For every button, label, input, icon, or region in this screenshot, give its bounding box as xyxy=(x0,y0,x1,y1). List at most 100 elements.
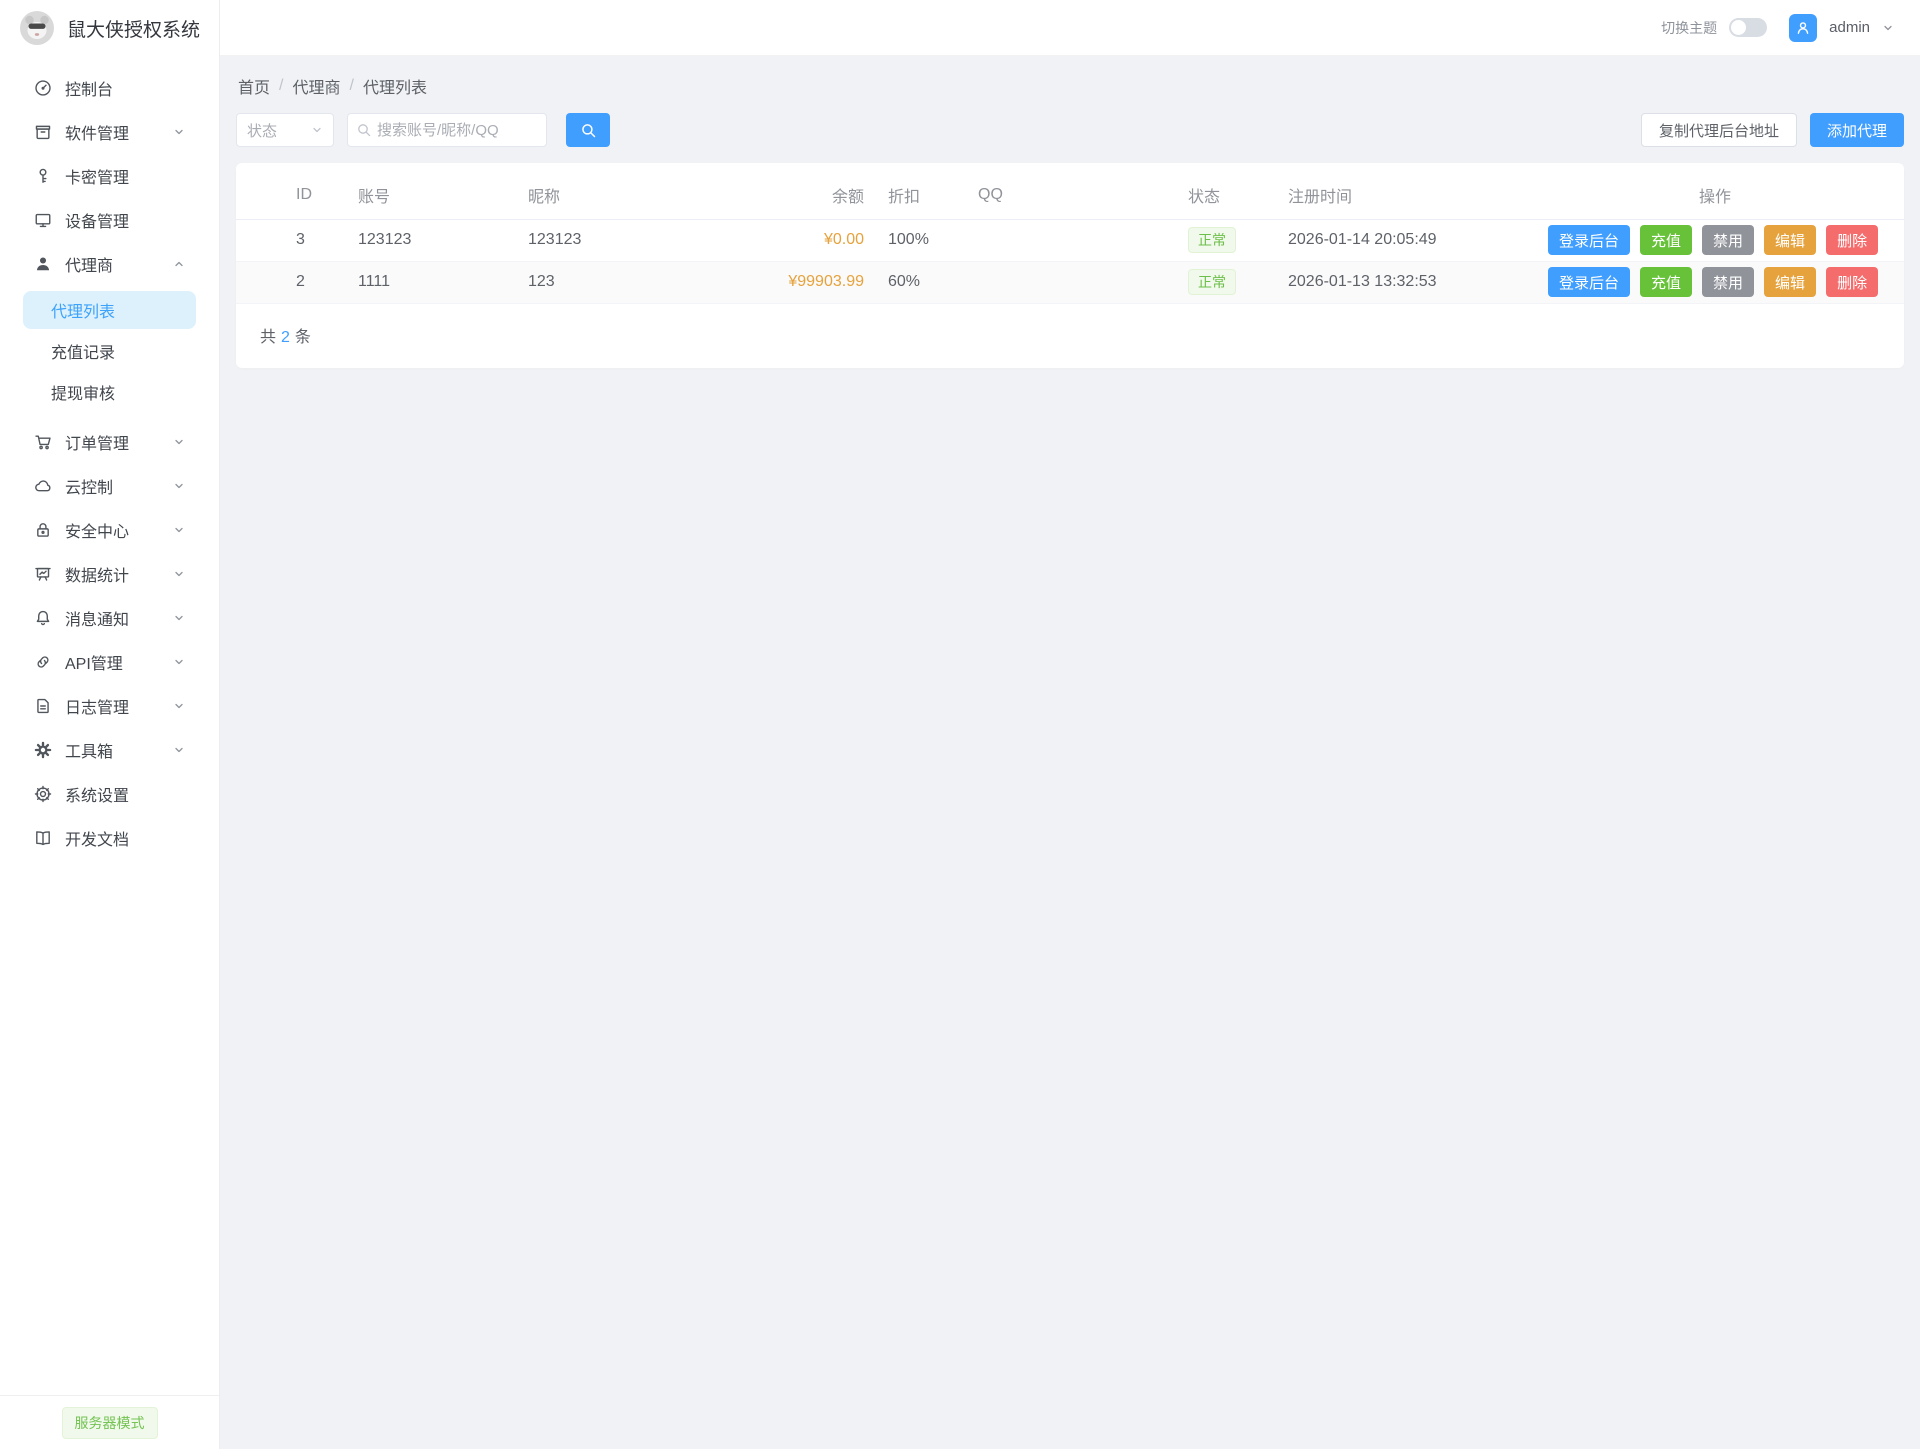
edit-button[interactable]: 编辑 xyxy=(1764,225,1816,255)
monitor-icon xyxy=(34,211,52,229)
user-avatar[interactable] xyxy=(1789,14,1817,42)
delete-button[interactable]: 删除 xyxy=(1826,267,1878,297)
copy-agent-url-button[interactable]: 复制代理后台地址 xyxy=(1641,113,1797,147)
sidebar-item-settings[interactable]: 系统设置 xyxy=(0,772,219,816)
toggle-knob xyxy=(1731,20,1746,35)
edit-button[interactable]: 编辑 xyxy=(1764,267,1816,297)
chevron-down-icon xyxy=(311,124,323,136)
sidebar-item-docs[interactable]: 开发文档 xyxy=(0,816,219,860)
recharge-button[interactable]: 充值 xyxy=(1640,267,1692,297)
person-icon xyxy=(1795,20,1811,36)
breadcrumb-item[interactable]: 首页 xyxy=(238,74,270,98)
app-title: 鼠大侠授权系统 xyxy=(67,15,200,42)
recharge-button[interactable]: 充值 xyxy=(1640,225,1692,255)
agent-table-card: ID账号昵称余额折扣QQ状态注册时间操作 3 123123 123123 ¥0.… xyxy=(236,163,1904,368)
theme-toggle[interactable] xyxy=(1729,18,1767,37)
total-count: 共2条 xyxy=(236,304,1904,368)
status-badge: 正常 xyxy=(1188,269,1236,295)
sidebar-item-device[interactable]: 设备管理 xyxy=(0,198,219,242)
chevron-down-icon xyxy=(173,700,185,712)
filter-row: 状态 复制代理后台地址 添加代理 xyxy=(236,113,1904,147)
login-backend-button[interactable]: 登录后台 xyxy=(1548,225,1630,255)
delete-button[interactable]: 删除 xyxy=(1826,225,1878,255)
breadcrumb-item[interactable]: 代理商 xyxy=(292,74,340,98)
chevron-up-icon xyxy=(173,258,185,270)
column-header: ID xyxy=(236,171,346,219)
main-content: 首页/代理商/代理列表 状态 复制代理后台地址 添加代理 xyxy=(220,56,1920,368)
sidebar-footer: 服务器模式 xyxy=(0,1395,219,1449)
key-icon xyxy=(34,167,52,185)
table-row: 3 123123 123123 ¥0.00 100% 正常 2026-01-14… xyxy=(236,219,1904,261)
chevron-down-icon[interactable] xyxy=(1882,22,1894,34)
sidebar-item-cloud[interactable]: 云控制 xyxy=(0,464,219,508)
column-header: 余额 xyxy=(736,171,876,219)
sidebar-nav: 控制台 软件管理 卡密管理 设备管理 代理商 代理列表充值记录提现审核 订单管理… xyxy=(0,56,219,1395)
breadcrumb-item: 代理列表 xyxy=(363,74,427,98)
sidebar-item-software[interactable]: 软件管理 xyxy=(0,110,219,154)
sidebar-item-agent[interactable]: 代理商 xyxy=(0,242,219,286)
status-select-placeholder: 状态 xyxy=(247,120,277,141)
sidebar-item-security[interactable]: 安全中心 xyxy=(0,508,219,552)
chevron-down-icon xyxy=(173,480,185,492)
search-input[interactable] xyxy=(377,122,537,139)
sidebar-subitem-agent-list[interactable]: 代理列表 xyxy=(23,291,196,329)
sidebar-item-cardkey[interactable]: 卡密管理 xyxy=(0,154,219,198)
agent-table: ID账号昵称余额折扣QQ状态注册时间操作 3 123123 123123 ¥0.… xyxy=(236,171,1904,304)
sidebar-subitem-recharge-records[interactable]: 充值记录 xyxy=(23,332,196,370)
app-logo: 鼠大侠授权系统 xyxy=(0,0,219,56)
chevron-down-icon xyxy=(173,126,185,138)
add-agent-button[interactable]: 添加代理 xyxy=(1810,113,1904,147)
topbar: 切换主题 admin xyxy=(220,0,1920,56)
link-icon xyxy=(34,653,52,671)
chevron-down-icon xyxy=(173,568,185,580)
disable-button[interactable]: 禁用 xyxy=(1702,267,1754,297)
column-header: 注册时间 xyxy=(1276,171,1526,219)
cloud-icon xyxy=(34,477,52,495)
mouse-avatar-icon xyxy=(20,11,54,45)
sidebar-item-order[interactable]: 订单管理 xyxy=(0,420,219,464)
search-icon xyxy=(357,123,371,137)
bell-icon xyxy=(34,609,52,627)
search-icon xyxy=(581,123,596,138)
chevron-down-icon xyxy=(173,612,185,624)
sidebar-item-dashboard[interactable]: 控制台 xyxy=(0,66,219,110)
chevron-down-icon xyxy=(173,744,185,756)
book-icon xyxy=(34,829,52,847)
chart-board-icon xyxy=(34,565,52,583)
sidebar-item-notify[interactable]: 消息通知 xyxy=(0,596,219,640)
sidebar-item-logs[interactable]: 日志管理 xyxy=(0,684,219,728)
sidebar: 鼠大侠授权系统 控制台 软件管理 卡密管理 设备管理 代理商 代理列表充值记录提… xyxy=(0,0,220,1449)
sidebar-item-stats[interactable]: 数据统计 xyxy=(0,552,219,596)
user-icon xyxy=(34,255,52,273)
document-icon xyxy=(34,697,52,715)
server-mode-badge: 服务器模式 xyxy=(62,1407,158,1439)
disable-button[interactable]: 禁用 xyxy=(1702,225,1754,255)
username[interactable]: admin xyxy=(1829,19,1870,36)
sidebar-item-toolbox[interactable]: 工具箱 xyxy=(0,728,219,772)
chevron-down-icon xyxy=(173,436,185,448)
column-header: 操作 xyxy=(1526,171,1904,219)
cart-icon xyxy=(34,433,52,451)
lock-icon xyxy=(34,521,52,539)
column-header: 折扣 xyxy=(876,171,966,219)
column-header: 状态 xyxy=(1176,171,1276,219)
gear-filled-icon xyxy=(34,741,52,759)
column-header: 昵称 xyxy=(516,171,736,219)
sidebar-subitem-withdraw-review[interactable]: 提现审核 xyxy=(23,373,196,411)
chevron-down-icon xyxy=(173,524,185,536)
table-row: 2 1111 123 ¥99903.99 60% 正常 2026-01-13 1… xyxy=(236,261,1904,303)
sidebar-submenu-agent: 代理列表充值记录提现审核 xyxy=(0,286,219,420)
search-button[interactable] xyxy=(566,113,610,147)
breadcrumb: 首页/代理商/代理列表 xyxy=(236,72,1904,98)
sidebar-item-api[interactable]: API管理 xyxy=(0,640,219,684)
theme-toggle-label: 切换主题 xyxy=(1661,18,1717,38)
column-header: 账号 xyxy=(346,171,516,219)
dashboard-icon xyxy=(34,79,52,97)
chevron-down-icon xyxy=(173,656,185,668)
status-badge: 正常 xyxy=(1188,227,1236,253)
status-select[interactable]: 状态 xyxy=(236,113,334,147)
package-icon xyxy=(34,123,52,141)
login-backend-button[interactable]: 登录后台 xyxy=(1548,267,1630,297)
column-header: QQ xyxy=(966,171,1176,219)
gear-icon xyxy=(34,785,52,803)
